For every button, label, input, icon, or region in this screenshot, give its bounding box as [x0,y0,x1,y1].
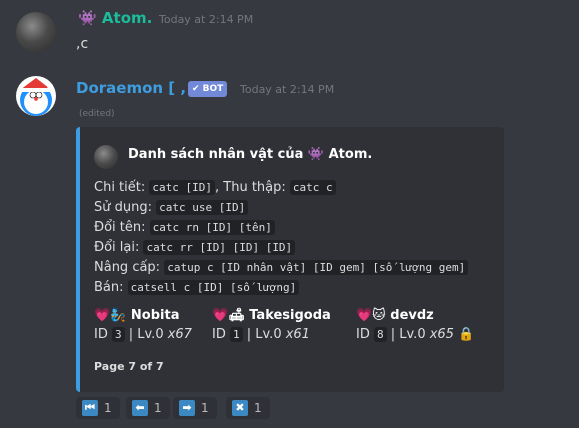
desc-line: Đổi tên: catc rn [ID] [tên] [94,218,468,238]
heart-cat-icon: 💗🐱 [356,308,386,323]
alien-monster-icon: 👾 [78,9,97,27]
embed-footer: Page 7 of 7 [94,360,164,373]
desc-line: Đổi lại: catc rr [ID] [ID] [ID] [94,238,468,258]
embed-description: Chi tiết: catc [ID], Thu thập: catc c Sử… [94,178,469,298]
avatar[interactable] [16,12,56,52]
reaction-first-page[interactable]: ⏮ 1 [76,397,120,419]
reaction-next[interactable]: ➡ 1 [173,397,217,419]
lock-icon: 🔒 [458,327,475,342]
field-devdz: 💗🐱 devdz ID 8 | Lv.0 x65 🔒 [356,308,475,342]
next-icon: ➡ [179,400,195,416]
message-text: ,c [76,36,89,52]
field-takesigoda: 💗🛋 Takesigoda ID 1 | Lv.0 x61 [212,308,331,342]
close-icon: ✖ [232,400,248,416]
previous-icon: ⬅ [132,400,148,416]
author-avatar [94,145,118,169]
timestamp: Today at 2:14 PM [159,13,254,26]
username-atom[interactable]: 👾 Atom. [78,9,152,27]
desc-line: Nâng cấp: catup c [ID nhân vật] [ID gem]… [94,258,469,278]
reaction-previous[interactable]: ⬅ 1 [126,397,170,419]
timestamp: Today at 2:14 PM [240,83,335,96]
reaction-close[interactable]: ✖ 1 [226,397,270,419]
doraemon-avatar-icon [19,78,53,116]
bot-badge: ✔ BOT [188,81,228,97]
avatar[interactable] [16,76,56,116]
heart-couch-icon: 💗🛋 [212,308,245,323]
embed-author: Danh sách nhân vật của 👾 Atom. [128,147,373,162]
field-nobita: 💗🧞 Nobita ID 3 | Lv.0 x67 [94,308,192,342]
heart-genie-icon: 💗🧞 [94,308,127,323]
desc-line: Bán: catsell c [ID] [số lượng] [94,278,468,298]
embed: Danh sách nhân vật của 👾 Atom. Chi tiết:… [76,127,504,392]
edited-label: (edited) [79,109,115,119]
reaction-count: 1 [254,401,262,415]
desc-line: Chi tiết: catc [ID], Thu thập: catc c [94,178,468,198]
reaction-count: 1 [201,401,209,415]
username-doraemon[interactable]: Doraemon [ , ] [76,79,198,97]
reaction-count: 1 [154,401,162,415]
reaction-count: 1 [104,401,112,415]
desc-line: Sử dụng: catc use [ID] [94,198,468,218]
first-page-icon: ⏮ [82,400,98,416]
